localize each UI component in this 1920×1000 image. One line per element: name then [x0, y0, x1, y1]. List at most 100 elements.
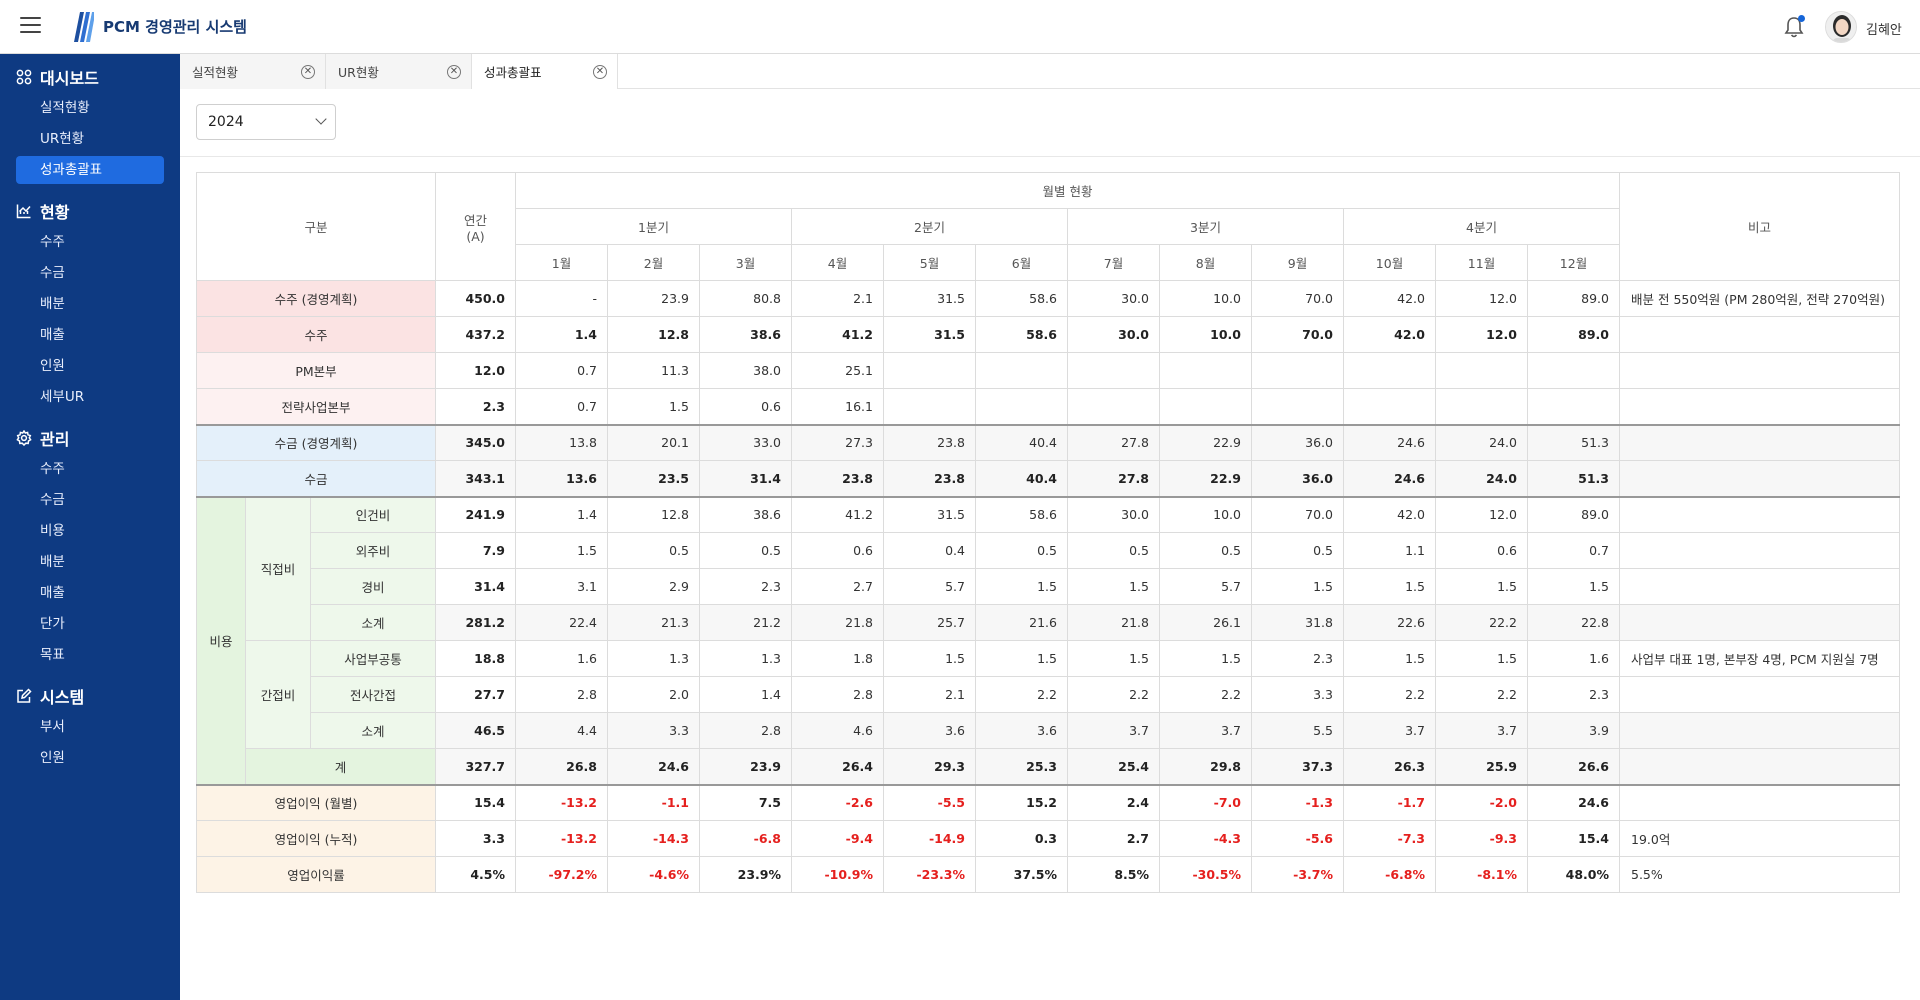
- tab-ur-status[interactable]: UR현황 ✕: [326, 54, 472, 89]
- month-value: 24.6: [1527, 783, 1620, 821]
- sidebar-section-dashboard: 대시보드 실적현황 UR현황 성과총괄표: [0, 62, 180, 184]
- sidebar-item-manage-collections[interactable]: 수금: [16, 486, 164, 514]
- sidebar-item-manage-allocation[interactable]: 배분: [16, 548, 164, 576]
- month-value: [1435, 352, 1528, 389]
- sidebar-item-summary[interactable]: 성과총괄표: [16, 156, 164, 184]
- month-value: 27.8: [1067, 460, 1160, 497]
- month-value: 22.9: [1159, 460, 1252, 497]
- month-value: 41.2: [791, 495, 884, 533]
- bell-icon[interactable]: [1783, 15, 1805, 39]
- sidebar-item-collections[interactable]: 수금: [16, 259, 164, 287]
- month-value: 2.0: [607, 676, 700, 713]
- tab-performance[interactable]: 실적현황 ✕: [180, 54, 326, 89]
- month-value: 23.5: [607, 460, 700, 497]
- month-value: [1159, 388, 1252, 425]
- annual-value: 2.3: [435, 388, 516, 425]
- month-value: 27.3: [791, 423, 884, 461]
- table-row: 수금 343.1 13.6 23.5 31.4 23.8 23.8 40.4 27.8 22.9 3…: [196, 460, 1900, 497]
- header-month: 11월: [1435, 244, 1528, 281]
- sidebar-section-title[interactable]: 관리: [0, 423, 180, 453]
- month-value: 4.6: [791, 712, 884, 749]
- month-value: [1251, 352, 1344, 389]
- month-value: 42.0: [1343, 280, 1436, 317]
- month-value: -6.8%: [1343, 856, 1436, 893]
- month-value: 3.7: [1435, 712, 1528, 749]
- note-cell: [1619, 676, 1900, 713]
- month-value: 1.5: [1067, 640, 1160, 677]
- sidebar-section-label: 관리: [40, 430, 70, 449]
- month-value: 22.4: [515, 604, 608, 641]
- month-value: -14.3: [607, 820, 700, 857]
- note-cell: [1619, 748, 1900, 785]
- row-label: 전사간접: [310, 676, 436, 713]
- month-value: 23.9: [607, 280, 700, 317]
- month-value: -1.3: [1251, 783, 1344, 821]
- month-value: 38.6: [699, 316, 792, 353]
- month-value: 41.2: [791, 316, 884, 353]
- sidebar-item-manage-unit-price[interactable]: 단가: [16, 610, 164, 638]
- month-value: 21.8: [791, 604, 884, 641]
- table-row: 비용 직접비 인건비 241.9 1.4 12.8 38.6 41.2 31.5 58.6 30.0…: [196, 495, 1900, 785]
- annual-value: 27.7: [435, 676, 516, 713]
- sidebar-section-title[interactable]: 대시보드: [0, 62, 180, 92]
- annual-value: 18.8: [435, 640, 516, 677]
- year-select[interactable]: 2024: [196, 104, 336, 140]
- close-icon[interactable]: ✕: [447, 64, 461, 79]
- month-value: 0.4: [883, 532, 976, 569]
- month-value: 80.8: [699, 280, 792, 317]
- sidebar-item-manage-targets[interactable]: 목표: [16, 641, 164, 669]
- month-value: 40.4: [975, 460, 1068, 497]
- header-month: 6월: [975, 244, 1068, 281]
- table-row: 영업이익 (월별) 15.4 -13.2 -1.1 7.5 -2.6 -5.5 15.2 2.4…: [196, 783, 1900, 821]
- month-value: 89.0: [1527, 495, 1620, 533]
- month-value: 3.1: [515, 568, 608, 605]
- month-value: [1435, 388, 1528, 425]
- month-value: 26.1: [1159, 604, 1252, 641]
- sidebar-section-title[interactable]: 시스템: [0, 681, 180, 711]
- month-value: 1.5: [883, 640, 976, 677]
- sidebar-item-staff[interactable]: 인원: [16, 352, 164, 380]
- month-value: 1.6: [515, 640, 608, 677]
- close-icon[interactable]: ✕: [593, 64, 607, 79]
- sidebar-section-label: 시스템: [40, 688, 85, 707]
- table-row: 전략사업본부 2.3 0.7 1.5 0.6 16.1: [196, 388, 1900, 425]
- sidebar-item-orders[interactable]: 수주: [16, 228, 164, 256]
- annual-value: 12.0: [435, 352, 516, 389]
- month-value: -23.3%: [883, 856, 976, 893]
- month-value: 70.0: [1251, 280, 1344, 317]
- tab-bar: 실적현황 ✕ UR현황 ✕ 성과총괄표 ✕: [180, 54, 1920, 89]
- month-value: 1.5: [1527, 568, 1620, 605]
- month-value: 3.6: [883, 712, 976, 749]
- note-cell: [1619, 316, 1900, 353]
- sidebar-section-system: 시스템 부서 인원: [0, 681, 180, 772]
- month-value: 2.1: [791, 280, 884, 317]
- sidebar-item-departments[interactable]: 부서: [16, 713, 164, 741]
- sidebar-item-manage-sales[interactable]: 매출: [16, 579, 164, 607]
- sidebar-section-label: 현황: [40, 203, 70, 222]
- avatar[interactable]: [1825, 11, 1857, 43]
- sidebar-item-manage-costs[interactable]: 비용: [16, 517, 164, 545]
- annual-value: 241.9: [435, 495, 516, 533]
- month-value: 23.8: [883, 423, 976, 461]
- month-value: 1.5: [1067, 568, 1160, 605]
- hamburger-icon[interactable]: [20, 17, 41, 35]
- sidebar-item-sales[interactable]: 매출: [16, 321, 164, 349]
- month-value: 1.5: [515, 532, 608, 569]
- sidebar-item-allocation[interactable]: 배분: [16, 290, 164, 318]
- month-value: -7.0: [1159, 783, 1252, 821]
- close-icon[interactable]: ✕: [301, 64, 315, 79]
- month-value: 25.7: [883, 604, 976, 641]
- month-value: 15.2: [975, 783, 1068, 821]
- sidebar-section-title[interactable]: 현황: [0, 196, 180, 226]
- month-value: 0.3: [975, 820, 1068, 857]
- sidebar-item-manage-orders[interactable]: 수주: [16, 455, 164, 483]
- month-value: 0.5: [1067, 532, 1160, 569]
- sidebar-item-ur-status[interactable]: UR현황: [16, 125, 164, 153]
- sidebar-item-performance[interactable]: 실적현황: [16, 94, 164, 122]
- month-value: [1343, 352, 1436, 389]
- month-value: 27.8: [1067, 423, 1160, 461]
- sidebar-item-detail-ur[interactable]: 세부UR: [16, 383, 164, 411]
- sidebar-item-personnel[interactable]: 인원: [16, 744, 164, 772]
- tab-summary[interactable]: 성과총괄표 ✕: [472, 54, 618, 89]
- note-cell: [1619, 604, 1900, 641]
